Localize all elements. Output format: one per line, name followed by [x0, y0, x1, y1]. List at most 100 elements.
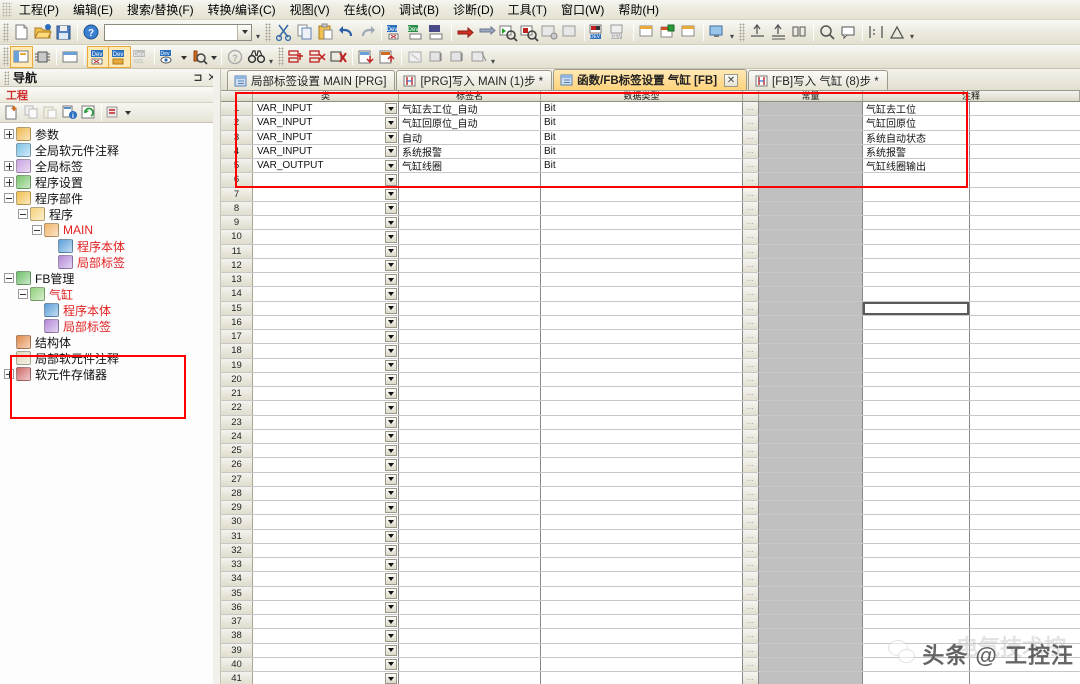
row-number-cell[interactable]: 13	[221, 273, 253, 286]
grid-column-header[interactable]: 注释	[863, 91, 1080, 101]
label-name-cell[interactable]	[399, 373, 541, 386]
grid-row[interactable]: 28...	[221, 487, 1080, 501]
class-cell[interactable]: VAR_INPUT	[253, 131, 399, 144]
comment-cell[interactable]	[863, 672, 970, 684]
tab-close-icon[interactable]: ✕	[724, 74, 738, 87]
navigation-window-icon[interactable]	[11, 47, 32, 67]
label-setting-grid[interactable]: 类标签名数据类型常量注释 1VAR_INPUT气缸去工位_自动Bit...气缸去…	[221, 91, 1080, 684]
find-device-dropdown[interactable]	[209, 47, 218, 67]
grid-row[interactable]: 12...	[221, 259, 1080, 273]
row-number-cell[interactable]: 23	[221, 416, 253, 429]
constant-cell[interactable]	[759, 587, 863, 600]
data-type-cell[interactable]: Bit	[541, 131, 743, 144]
class-dropdown-icon[interactable]	[385, 645, 397, 656]
comment-cell[interactable]	[863, 558, 970, 571]
class-cell[interactable]: VAR_INPUT	[253, 102, 399, 115]
class-dropdown-icon[interactable]	[385, 630, 397, 641]
class-cell[interactable]	[253, 487, 399, 500]
row-number-cell[interactable]: 9	[221, 216, 253, 229]
row-number-cell[interactable]: 31	[221, 530, 253, 543]
comment-cell[interactable]	[863, 359, 970, 372]
class-cell[interactable]	[253, 245, 399, 258]
comment-cell[interactable]	[863, 387, 970, 400]
toolbar-overflow-1[interactable]: ▾	[254, 23, 262, 41]
label-name-cell[interactable]	[399, 401, 541, 414]
grid-row[interactable]: 34...	[221, 572, 1080, 586]
data-type-cell[interactable]	[541, 644, 743, 657]
row-number-cell[interactable]: 41	[221, 672, 253, 684]
grid-row[interactable]: 36...	[221, 601, 1080, 615]
grid-row[interactable]: 22...	[221, 401, 1080, 415]
grid-column-header[interactable]: 数据类型	[541, 91, 743, 101]
class-dropdown-icon[interactable]	[385, 189, 397, 200]
label-name-cell[interactable]	[399, 501, 541, 514]
help-icon[interactable]: ?	[81, 22, 102, 42]
comment-cell[interactable]: 气缸回原位	[863, 116, 970, 129]
label-name-cell[interactable]	[399, 230, 541, 243]
toolbar-overflow-2[interactable]: ▾	[728, 23, 736, 41]
menu-tools[interactable]: 工具(T)	[501, 0, 554, 20]
tree-item[interactable]: 软元件存储器	[0, 366, 219, 382]
comment-cell[interactable]	[863, 173, 970, 186]
class-dropdown-icon[interactable]	[385, 659, 397, 670]
open-project-icon[interactable]	[32, 22, 53, 42]
data-type-cell[interactable]	[541, 245, 743, 258]
comment-toggle-icon[interactable]	[838, 22, 859, 42]
row-number-cell[interactable]: 4	[221, 145, 253, 158]
row-number-cell[interactable]: 14	[221, 287, 253, 300]
comment-cell[interactable]: 系统报警	[863, 145, 970, 158]
comment-cell[interactable]	[863, 216, 970, 229]
constant-cell[interactable]	[759, 159, 863, 172]
class-dropdown-icon[interactable]	[385, 317, 397, 328]
window-tile-icon[interactable]	[637, 22, 658, 42]
window-cascade-icon[interactable]	[679, 22, 700, 42]
data-type-picker-button[interactable]: ...	[743, 629, 759, 642]
label-name-cell[interactable]	[399, 473, 541, 486]
menubar-grip[interactable]	[2, 2, 12, 18]
class-cell[interactable]	[253, 330, 399, 343]
grid-row[interactable]: 8...	[221, 202, 1080, 216]
class-dropdown-icon[interactable]	[385, 160, 397, 171]
grid-row[interactable]: 4VAR_INPUT系统报警Bit...系统报警	[221, 145, 1080, 159]
grid-row[interactable]: 41...	[221, 672, 1080, 684]
device-modify-icon[interactable]: DEV	[609, 22, 630, 42]
data-type-picker-button[interactable]: ...	[743, 544, 759, 557]
document-tab[interactable]: 函数/FB标签设置 气缸 [FB]✕	[553, 69, 747, 90]
row-number-cell[interactable]: 27	[221, 473, 253, 486]
grid-row[interactable]: 11...	[221, 245, 1080, 259]
class-dropdown-icon[interactable]	[385, 488, 397, 499]
copy-data-icon[interactable]	[22, 104, 41, 121]
label-name-cell[interactable]	[399, 273, 541, 286]
clear-labels-icon[interactable]	[328, 47, 349, 67]
data-type-picker-button[interactable]: ...	[743, 145, 759, 158]
toolbar-overflow-3[interactable]: ▾	[908, 23, 916, 41]
grid-row[interactable]: 32...	[221, 544, 1080, 558]
tree-item[interactable]: 程序设置	[0, 174, 219, 190]
comment-cell[interactable]	[863, 401, 970, 414]
class-dropdown-icon[interactable]	[385, 117, 397, 128]
constant-cell[interactable]	[759, 658, 863, 671]
row-number-cell[interactable]: 16	[221, 316, 253, 329]
tree-item[interactable]: MAIN	[0, 222, 219, 238]
comment-cell[interactable]	[863, 572, 970, 585]
class-cell[interactable]	[253, 359, 399, 372]
class-dropdown-icon[interactable]	[385, 459, 397, 470]
data-type-cell[interactable]	[541, 216, 743, 229]
comment-cell[interactable]	[863, 273, 970, 286]
comment-cell[interactable]	[863, 430, 970, 443]
comment-cell[interactable]	[863, 473, 970, 486]
row-number-cell[interactable]: 7	[221, 188, 253, 201]
window-new-icon[interactable]	[658, 22, 679, 42]
tree-expand-icon[interactable]	[4, 369, 14, 379]
class-dropdown-icon[interactable]	[385, 502, 397, 513]
data-type-cell[interactable]	[541, 287, 743, 300]
delete-label-row-icon[interactable]	[307, 47, 328, 67]
device-memory-icon[interactable]: Dev	[109, 47, 130, 67]
tree-item[interactable]: 全局软元件注释	[0, 142, 219, 158]
grid-row[interactable]: 1VAR_INPUT气缸去工位_自动Bit...气缸去工位	[221, 102, 1080, 116]
undo-icon[interactable]	[336, 22, 357, 42]
cut-icon[interactable]	[273, 22, 294, 42]
refresh-tree-icon[interactable]	[79, 104, 98, 121]
grid-row[interactable]: 33...	[221, 558, 1080, 572]
device-ccl-icon[interactable]: DevCCL	[130, 47, 151, 67]
